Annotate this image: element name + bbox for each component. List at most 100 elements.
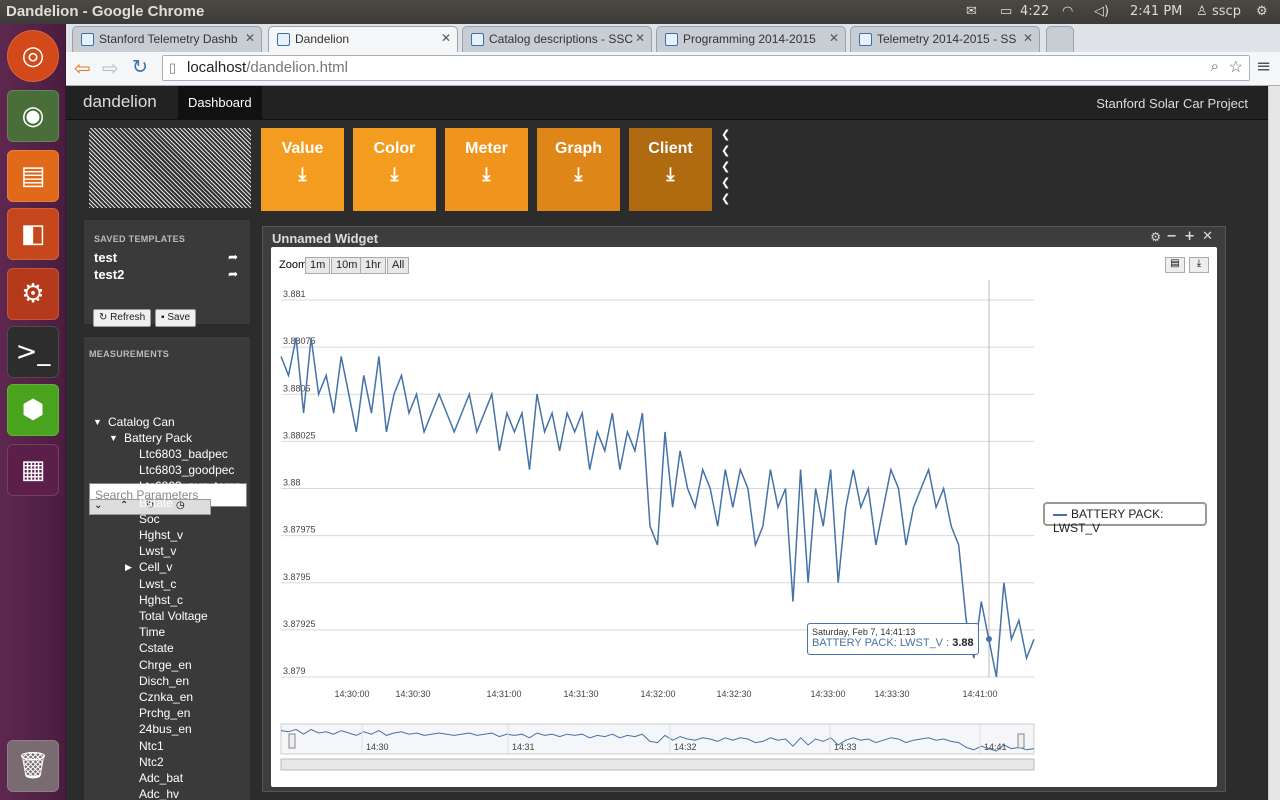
tab-telemetry-dash[interactable]: Stanford Telemetry Dashb ✕ [72,26,262,52]
menu-icon[interactable]: ≡ [1256,56,1271,77]
tree-leaf[interactable]: Total Voltage [139,609,208,623]
terminal-icon[interactable]: >_ [7,326,59,378]
gear-icon[interactable]: ⚙ [1150,230,1161,244]
tree-leaf[interactable]: Ltc6803_avg_temp [139,479,241,493]
tree-leaf[interactable]: Hghst_c [139,593,183,607]
chevron-left-icon[interactable]: ❮ [721,176,730,189]
address-path: /dandelion.html [246,59,348,76]
chevron-left-icon[interactable]: ❮ [721,160,730,173]
navigator-handle-left[interactable] [288,733,296,749]
forward-icon[interactable]: ⇨ [102,56,119,80]
x-tick-label: 14:32:00 [640,689,675,699]
navigator-tick: 14:41 [984,742,1007,752]
close-icon[interactable]: ✕ [829,31,839,45]
tree-leaf[interactable]: Soc [139,512,160,526]
chart-legend[interactable]: BATTERY PACK: LWST_V [1043,502,1207,535]
tree-leaf[interactable]: Lwst_c [139,577,176,591]
history-icon[interactable]: ◷ [176,500,185,511]
tree-leaf[interactable]: Chrge_en [139,658,192,672]
tree-leaf[interactable]: Cznka_en [139,690,193,704]
caret-down-icon[interactable]: ▼ [93,417,102,427]
wifi-icon[interactable]: ◠ [1062,4,1073,19]
close-icon[interactable]: ✕ [245,31,255,45]
close-icon[interactable]: ✕ [635,31,645,45]
graph-widget-button[interactable]: Graph ⤓ [537,128,620,211]
workspaces-icon[interactable]: ▦ [7,444,59,496]
mail-icon[interactable]: ✉ [966,4,977,19]
tree-leaf[interactable]: Ltc6803_goodpec [139,463,234,477]
volume-icon[interactable]: ◁) [1094,4,1109,19]
address-bar[interactable]: ▯ localhost/dandelion.html ⌕ ☆ [162,55,1250,81]
settings-icon[interactable]: ⚙ [7,268,59,320]
battery-icon[interactable]: ▭ [1000,4,1012,19]
tree-leaf[interactable]: 24bus_en [139,722,192,736]
navigator-scrollbar[interactable] [280,758,1035,771]
refresh-button[interactable]: ↻ Refresh [93,309,152,327]
template-item[interactable]: test [94,250,117,265]
chevron-left-icon[interactable]: ❮ [721,192,730,205]
close-icon[interactable]: ✕ [1023,31,1033,45]
share-icon[interactable]: ➦ [228,250,238,264]
tree-leaf[interactable]: Disch_en [139,674,189,688]
page-scrollbar[interactable] [1268,86,1280,800]
x-tick-label: 14:33:30 [874,689,909,699]
caret-right-icon[interactable]: ▶ [125,562,132,573]
gear-icon[interactable]: ⚙ [1256,4,1268,19]
value-label: Value [281,140,324,157]
meter-widget-button[interactable]: Meter ⤓ [445,128,528,211]
reload-icon[interactable]: ↻ [132,56,148,78]
tree-leaf[interactable]: Time [139,625,165,639]
close-icon[interactable]: ✕ [1202,229,1213,244]
tree-node-root[interactable]: Catalog Can [108,415,175,429]
client-widget-button[interactable]: Client ⤓ [629,128,712,211]
tree-leaf[interactable]: Lwst_v [139,544,176,558]
tree-leaf[interactable]: Hghst_v [139,528,183,542]
minimize-icon[interactable]: − [1166,229,1177,244]
bookmark-star-icon[interactable]: ☆ [1229,57,1243,77]
navigator-handle-right[interactable] [1017,733,1025,749]
tree-node-group[interactable]: Battery Pack [124,431,192,445]
back-icon[interactable]: ⇦ [74,56,91,80]
tree-leaf[interactable]: Ltc6803_badpec [139,447,228,461]
tab-catalog[interactable]: Catalog descriptions - SSC ✕ [462,26,652,52]
tree-leaf[interactable]: Cstate [139,641,174,655]
ubuntu-icon[interactable]: ◎ [7,30,59,82]
tab-programming[interactable]: Programming 2014-2015 ✕ [656,26,846,52]
tree-leaf[interactable]: Ntc1 [139,739,164,753]
files-icon[interactable]: ▤ [7,150,59,202]
caret-down-icon[interactable]: ▼ [109,433,118,443]
nav-dashboard[interactable]: Dashboard [178,86,262,120]
os-top-panel: Dandelion - Google Chrome ✉ ▭ 4:22 ◠ ◁) … [0,0,1280,24]
user-name[interactable]: sscp [1212,4,1241,19]
tree-leaf[interactable]: Cell_v [139,560,172,574]
color-widget-button[interactable]: Color ⤓ [353,128,436,211]
user-icon[interactable]: ♙ [1196,4,1208,19]
battery-time[interactable]: 4:22 [1020,4,1049,19]
brand[interactable]: dandelion [83,92,157,112]
chevron-left-icon[interactable]: ❮ [721,144,730,157]
tree-leaf[interactable]: Adc_bat [139,771,183,785]
tree-leaf[interactable]: Ntc2 [139,755,164,769]
search-icon[interactable]: ⌕ [1211,58,1219,75]
app-icon[interactable]: ⬢ [7,384,59,436]
expand-all-icon[interactable]: ⌄ [94,500,102,511]
software-center-icon[interactable]: ◧ [7,208,59,260]
trash-icon[interactable]: 🗑 [7,740,59,792]
new-tab-button[interactable] [1046,26,1074,52]
tab-telemetry-sheet[interactable]: Telemetry 2014-2015 - SS ✕ [850,26,1040,52]
share-icon[interactable]: ➦ [228,267,238,281]
project-link[interactable]: Stanford Solar Car Project [1096,96,1248,111]
save-button[interactable]: ▪ Save [155,309,197,327]
tree-leaf[interactable]: Bstate [139,496,173,510]
template-item[interactable]: test2 [94,267,124,282]
value-widget-button[interactable]: Value ⤓ [261,128,344,211]
clock[interactable]: 2:41 PM [1130,4,1182,19]
chrome-icon[interactable]: ◉ [7,90,59,142]
collapse-all-icon[interactable]: ⌃ [120,500,128,511]
maximize-icon[interactable]: + [1184,229,1195,244]
close-icon[interactable]: ✕ [441,31,451,45]
tree-leaf[interactable]: Prchg_en [139,706,190,720]
chevron-left-icon[interactable]: ❮ [721,128,730,141]
tab-dandelion[interactable]: Dandelion ✕ [268,26,458,52]
tree-leaf[interactable]: Adc_hv [139,787,179,800]
